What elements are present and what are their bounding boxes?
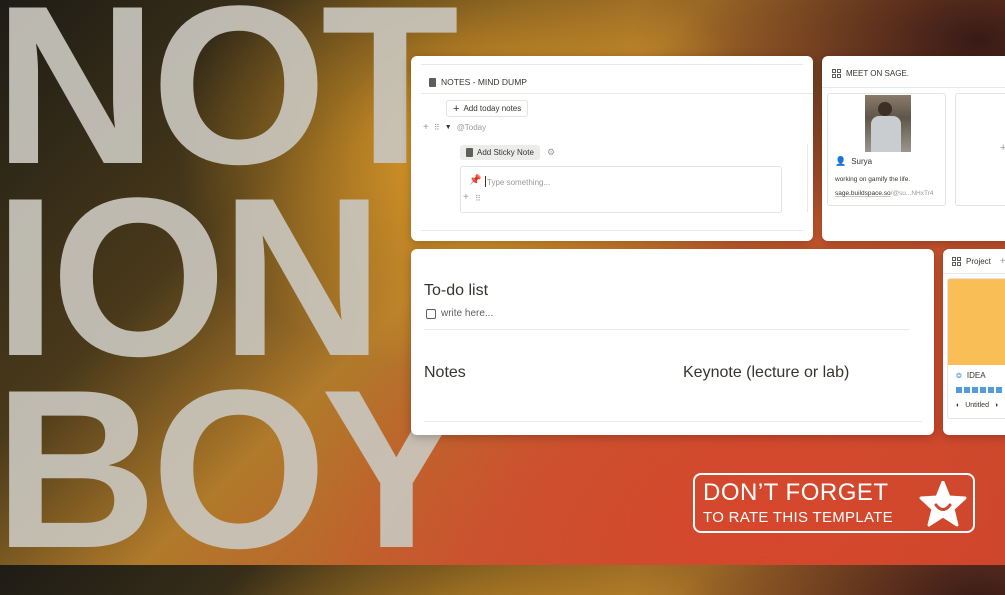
drag-handle-icon[interactable]: ⠿ — [475, 194, 481, 203]
header-divider — [421, 93, 813, 94]
profile-link[interactable]: sage.buildspace.so/@su...NHxTr4 — [835, 190, 934, 197]
profile-name-row: 👤 Surya — [835, 156, 872, 167]
todo-item-text[interactable]: write here... — [441, 308, 493, 319]
panel-top-divider — [421, 64, 803, 65]
toggle-triangle-icon[interactable]: ▼ — [445, 124, 452, 131]
background-text-line-3: BOY — [0, 342, 472, 595]
pin-icon: 📌 — [469, 175, 482, 186]
profile-link-handle: /@su...NHxTr4 — [890, 190, 934, 197]
project-card[interactable]: ❂ IDEA ◐ Untitled ◑ — [947, 278, 1005, 419]
notes-panel-title: NOTES - MIND DUMP — [441, 77, 527, 87]
rate-template-badge[interactable]: DON’T FORGET TO RATE THIS TEMPLATE — [693, 473, 975, 533]
todo-item[interactable]: write here... — [426, 308, 493, 319]
header-divider — [943, 273, 1005, 274]
project-tag: IDEA — [966, 371, 986, 380]
add-block-icon[interactable]: + — [463, 192, 469, 203]
empty-card[interactable]: + — [955, 93, 1005, 206]
add-sticky-note-button[interactable]: Add Sticky Note — [460, 145, 540, 160]
gallery-icon — [832, 69, 841, 78]
add-today-notes-label: Add today notes — [463, 104, 522, 113]
notes-panel-header: NOTES - MIND DUMP — [429, 77, 527, 87]
add-card-icon[interactable]: + — [1000, 142, 1005, 154]
text-cursor — [485, 176, 486, 187]
project-tag-row: ❂ IDEA — [956, 371, 986, 380]
meet-panel-header: MEET ON SAGE. — [832, 69, 909, 78]
gear-icon[interactable]: ⚙ — [547, 147, 555, 158]
document-icon — [466, 148, 473, 157]
notes-heading: Notes — [424, 364, 466, 381]
profile-photo — [865, 95, 911, 152]
person-icon: 👤 — [835, 156, 847, 166]
document-icon — [429, 77, 436, 87]
profile-card[interactable]: 👤 Surya working on gamify the life. sage… — [827, 93, 946, 206]
project-untitled: Untitled — [965, 402, 989, 409]
column-edge — [807, 144, 808, 212]
project-panel-header: Project + — [952, 256, 1005, 267]
notes-panel: NOTES - MIND DUMP + Add today notes + ⠿ … — [411, 56, 813, 241]
drag-handle-icon[interactable]: ⠿ — [434, 123, 440, 132]
project-untitled-row: ◐ Untitled ◑ — [956, 402, 998, 409]
add-sticky-note-label: Add Sticky Note — [477, 148, 534, 157]
plus-icon: + — [453, 102, 460, 115]
progress-squares — [956, 387, 1002, 393]
project-card-cover — [948, 279, 1005, 365]
photo-body — [871, 116, 901, 152]
half-circle-icon: ◐ — [956, 402, 961, 409]
idea-icon: ❂ — [956, 372, 962, 380]
todo-panel: To-do list write here... Notes Keynote (… — [411, 249, 934, 435]
profile-name: Surya — [851, 157, 873, 166]
add-view-icon[interactable]: + — [1000, 256, 1005, 267]
profile-description: working on gamify the life. — [835, 176, 911, 183]
bottom-divider — [424, 421, 922, 422]
cta-line-1: DON’T FORGET — [703, 479, 889, 506]
header-divider — [822, 87, 1005, 88]
gallery-icon — [952, 257, 961, 266]
meet-panel-title: MEET ON SAGE. — [846, 69, 909, 78]
today-mention[interactable]: @Today — [457, 123, 486, 132]
smiling-star-icon — [919, 481, 967, 527]
meet-panel: MEET ON SAGE. 👤 Surya working on gamify … — [822, 56, 1005, 241]
project-panel: Project + ❂ IDEA ◐ Untitled ◑ — [943, 249, 1005, 435]
todo-heading: To-do list — [424, 282, 489, 299]
half-circle-icon: ◑ — [993, 402, 999, 409]
photo-head — [878, 102, 892, 116]
todo-checkbox[interactable] — [426, 308, 436, 319]
keynote-heading: Keynote (lecture or lab) — [683, 364, 850, 381]
todo-divider — [424, 329, 909, 330]
add-block-icon[interactable]: + — [423, 122, 429, 133]
sticky-note-input[interactable]: Type something... — [487, 178, 550, 187]
project-panel-title: Project — [966, 257, 991, 266]
add-today-notes-button[interactable]: + Add today notes — [446, 100, 529, 117]
profile-link-domain: sage.buildspace.so — [835, 190, 891, 197]
sticky-note-card[interactable]: 📌 Type something... + ⠿ — [460, 166, 782, 213]
cta-line-2: TO RATE THIS TEMPLATE — [703, 509, 893, 526]
today-toggle-row[interactable]: + ⠿ ▼ @Today — [423, 122, 486, 133]
panel-bottom-divider — [421, 230, 803, 231]
